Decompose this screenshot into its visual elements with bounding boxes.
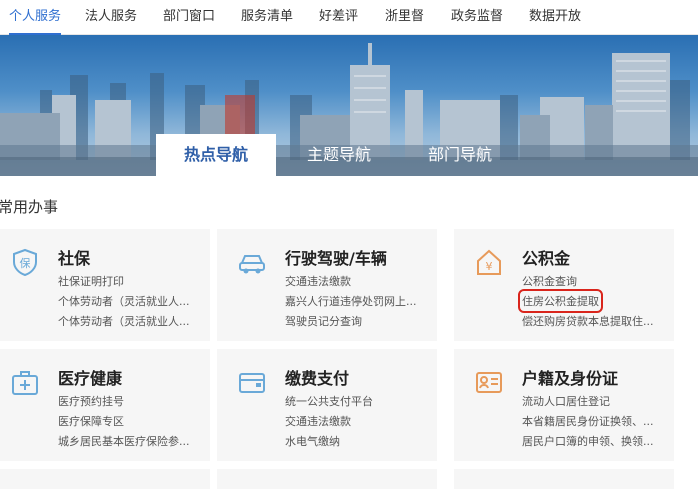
service-link[interactable]: 医疗预约挂号 [58,393,206,409]
service-link[interactable]: 偿还购房贷款本息提取住... [522,313,670,329]
card-household-id[interactable]: 户籍及身份证 流动人口居住登记 本省籍居民身份证换领、... 居民户口簿的申领、… [454,349,674,461]
service-link[interactable]: 统一公共支付平台 [285,393,433,409]
service-link[interactable]: 公积金查询 [522,273,670,289]
card-partial [454,469,674,489]
service-link-highlighted[interactable]: 住房公积金提取 [518,289,603,313]
card-payment[interactable]: 缴费支付 统一公共支付平台 交通违法缴款 水电气缴纳 [217,349,437,461]
id-card-icon [476,372,502,393]
house-yuan-icon: ¥ [477,249,501,275]
service-link[interactable]: 交通违法缴款 [285,273,433,289]
card-title: 户籍及身份证 [522,369,619,388]
nav-open-data[interactable]: 数据开放 [529,0,581,35]
card-title: 缴费支付 [285,369,350,388]
svg-text:保: 保 [20,256,31,270]
nav-zheli-supervise[interactable]: 浙里督 [385,0,424,35]
card-medical-health[interactable]: 医疗健康 医疗预约挂号 医疗保障专区 城乡居民基本医疗保险参... [0,349,210,461]
card-title: 医疗健康 [58,369,123,388]
card-partial [0,469,210,489]
card-driving-vehicle[interactable]: 行驶驾驶/车辆 交通违法缴款 嘉兴人行道违停处罚网上... 驾驶员记分查询 [217,229,437,341]
svg-text:¥: ¥ [486,260,493,273]
card-title: 社保 [58,249,91,268]
nav-service-list[interactable]: 服务清单 [241,0,293,35]
service-link[interactable]: 本省籍居民身份证换领、... [522,413,670,429]
section-title: 常用办事 [0,198,59,216]
car-icon [239,255,265,274]
nav-legal-person-services[interactable]: 法人服务 [85,0,137,35]
tab-topic-navigation[interactable]: 主题导航 [284,134,394,176]
service-link[interactable]: 个体劳动者（灵活就业人... [58,293,206,309]
social-security-icon: 保 [13,248,37,277]
medical-kit-icon [12,371,38,395]
tab-hot-navigation[interactable]: 热点导航 [156,134,276,176]
navigation-tabs: 热点导航 主题导航 部门导航 [0,134,698,176]
card-title: 公积金 [522,249,571,268]
nav-personal-services[interactable]: 个人服务 [9,0,62,35]
service-link[interactable]: 居民户口簿的申领、换领... [522,433,670,449]
nav-good-bad-review[interactable]: 好差评 [319,0,358,35]
card-social-security[interactable]: 保 社保 社保证明打印 个体劳动者（灵活就业人... 个体劳动者（灵活就业人..… [0,229,210,341]
nav-department-window[interactable]: 部门窗口 [163,0,215,35]
service-link[interactable]: 嘉兴人行道违停处罚网上... [285,293,433,309]
service-link[interactable]: 流动人口居住登记 [522,393,670,409]
service-link[interactable]: 驾驶员记分查询 [285,313,433,329]
card-title: 行驶驾驶/车辆 [285,249,387,268]
card-housing-fund[interactable]: ¥ 公积金 公积金查询 住房公积金提取 偿还购房贷款本息提取住... [454,229,674,341]
top-navigation: 个人服务 法人服务 部门窗口 服务清单 好差评 浙里督 政务监督 数据开放 [0,0,698,35]
service-link[interactable]: 个体劳动者（灵活就业人... [58,313,206,329]
service-link[interactable]: 水电气缴纳 [285,433,433,449]
service-link[interactable]: 交通违法缴款 [285,413,433,429]
service-link[interactable]: 医疗保障专区 [58,413,206,429]
service-link[interactable]: 社保证明打印 [58,273,206,289]
wallet-icon [239,373,265,393]
tab-department-navigation[interactable]: 部门导航 [405,134,515,176]
nav-government-supervision[interactable]: 政务监督 [451,0,503,35]
service-link[interactable]: 城乡居民基本医疗保险参... [58,433,206,449]
card-partial [217,469,437,489]
